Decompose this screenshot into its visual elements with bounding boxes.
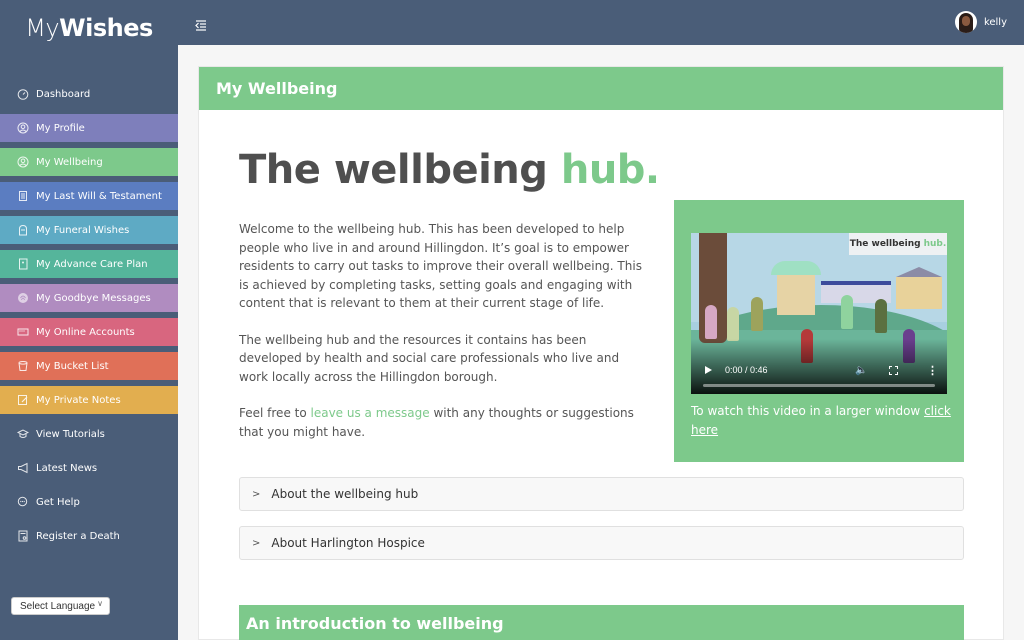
video-panel: The wellbeing hub. 0:00 / 0:46 🔈 ⋮ To wat… — [674, 200, 964, 462]
content-card: My Wellbeing The wellbeing hub. Welcome … — [198, 66, 1004, 640]
sidebar-item-label: My Online Accounts — [36, 326, 135, 338]
video-time: 0:00 / 0:46 — [725, 365, 768, 375]
intro-paragraph: The wellbeing hub and the resources it c… — [239, 332, 620, 384]
video-badge-text: The wellbeing — [849, 239, 921, 249]
video-frame-person — [841, 295, 853, 329]
headstone-icon — [17, 224, 29, 236]
bucket-icon — [17, 360, 29, 372]
sidebar-item-label: My Goodbye Messages — [36, 292, 151, 304]
video-frame-person — [705, 305, 717, 339]
topbar: kelly — [178, 0, 1024, 45]
language-select-label: Select Language — [20, 600, 96, 612]
more-options-icon[interactable]: ⋮ — [927, 364, 938, 377]
chat-icon — [17, 496, 29, 508]
sidebar-item-my-wellbeing[interactable]: My Wellbeing — [0, 148, 178, 176]
sidebar: MyWishes Dashboard My Profile My Wellbeing… — [0, 0, 178, 640]
intro-paragraph: Welcome to the wellbeing hub. This has b… — [239, 222, 642, 310]
sidebar-item-dashboard[interactable]: Dashboard — [0, 80, 178, 108]
sidebar-item-my-goodbye-messages[interactable]: My Goodbye Messages — [0, 284, 178, 312]
sidebar-item-my-profile[interactable]: My Profile — [0, 114, 178, 142]
sidebar-item-label: My Last Will & Testament — [36, 190, 162, 202]
user-circle-icon — [17, 122, 29, 134]
fullscreen-icon[interactable] — [889, 365, 898, 375]
text: To watch this video in a larger window — [691, 404, 925, 418]
video-badge-accent: hub. — [923, 239, 947, 249]
sidebar-item-label: My Wellbeing — [36, 156, 103, 168]
notes-icon — [17, 394, 29, 406]
sidebar-item-label: My Funeral Wishes — [36, 224, 130, 236]
chevron-right-icon: > — [252, 537, 261, 549]
sidebar-item-my-private-notes[interactable]: My Private Notes — [0, 386, 178, 414]
language-select[interactable]: Select Language ∨ — [11, 597, 110, 615]
video-progress-bar[interactable] — [703, 384, 935, 387]
hero-title-text: The wellbeing — [239, 147, 548, 193]
logo-bold: Wishes — [59, 14, 153, 42]
notebook-icon — [17, 258, 29, 270]
sidebar-item-my-funeral-wishes[interactable]: My Funeral Wishes — [0, 216, 178, 244]
text: Feel free to — [239, 406, 311, 420]
sidebar-item-my-last-will-and-testament[interactable]: My Last Will & Testament — [0, 182, 178, 210]
leave-message-link[interactable]: leave us a message — [311, 406, 430, 420]
hero-title: The wellbeing hub. — [239, 147, 660, 193]
accordion-label: About the wellbeing hub — [271, 487, 419, 501]
sidebar-item-register-a-death[interactable]: Register a Death — [0, 522, 178, 550]
video-controls: 0:00 / 0:46 🔈 ⋮ — [691, 360, 947, 380]
accordion-label: About Harlington Hospice — [271, 536, 425, 550]
video-frame-person — [875, 299, 887, 333]
chevron-right-icon: > — [252, 488, 261, 500]
logo-light: My — [25, 14, 60, 42]
svg-text:***: *** — [19, 330, 25, 335]
video-caption: To watch this video in a larger window c… — [691, 402, 953, 439]
sidebar-item-label: Dashboard — [36, 88, 91, 100]
accordion-about-wellbeing-hub[interactable]: > About the wellbeing hub — [239, 477, 964, 511]
accordion-about-harlington-hospice[interactable]: > About Harlington Hospice — [239, 526, 964, 560]
sidebar-item-get-help[interactable]: Get Help — [0, 488, 178, 516]
sidebar-item-label: Get Help — [36, 496, 80, 508]
video-frame-person — [727, 307, 739, 341]
certificate-icon — [17, 530, 29, 542]
video-player[interactable]: The wellbeing hub. 0:00 / 0:46 🔈 ⋮ — [691, 233, 947, 394]
dashboard-icon — [17, 88, 29, 100]
volume-icon[interactable]: 🔈 — [855, 365, 867, 376]
sidebar-item-latest-news[interactable]: Latest News — [0, 454, 178, 482]
user-menu[interactable]: kelly — [954, 11, 1007, 33]
scroll-icon — [17, 190, 29, 202]
video-frame-gazebo — [771, 261, 821, 316]
sidebar-item-my-online-accounts[interactable]: *** My Online Accounts — [0, 318, 178, 346]
video-frame-person — [751, 297, 763, 331]
play-icon[interactable] — [705, 366, 712, 374]
sidebar-item-label: My Advance Care Plan — [36, 258, 148, 270]
sidebar-item-my-bucket-list[interactable]: My Bucket List — [0, 352, 178, 380]
hero-title-accent: hub. — [560, 147, 660, 193]
sidebar-item-label: Register a Death — [36, 530, 120, 542]
sidebar-item-label: My Profile — [36, 122, 85, 134]
logo[interactable]: MyWishes — [0, 14, 178, 42]
password-icon: *** — [17, 326, 29, 338]
user-circle-icon — [17, 156, 29, 168]
sidebar-item-label: My Bucket List — [36, 360, 109, 372]
sidebar-item-label: Latest News — [36, 462, 98, 474]
sidebar-nav: Dashboard My Profile My Wellbeing My Last W… — [0, 80, 178, 556]
intro-text: Welcome to the wellbeing hub. This has b… — [239, 220, 643, 459]
intro-paragraph: Feel free to leave us a message with any… — [239, 404, 643, 441]
chevron-down-icon: ∨ — [97, 599, 103, 608]
sidebar-item-label: My Private Notes — [36, 394, 121, 406]
page-title: My Wellbeing — [199, 67, 1003, 110]
video-frame-house — [896, 267, 942, 309]
megaphone-icon — [17, 462, 29, 474]
fingerprint-icon — [17, 292, 29, 304]
section-title: An introduction to wellbeing — [239, 605, 964, 640]
menu-collapse-icon[interactable] — [195, 16, 207, 31]
username: kelly — [983, 16, 1007, 28]
avatar — [954, 11, 977, 33]
sidebar-item-my-advance-care-plan[interactable]: My Advance Care Plan — [0, 250, 178, 278]
video-badge: The wellbeing hub. — [849, 233, 947, 255]
sidebar-item-label: View Tutorials — [36, 428, 105, 440]
sidebar-item-view-tutorials[interactable]: View Tutorials — [0, 420, 178, 448]
graduation-cap-icon — [17, 428, 29, 440]
